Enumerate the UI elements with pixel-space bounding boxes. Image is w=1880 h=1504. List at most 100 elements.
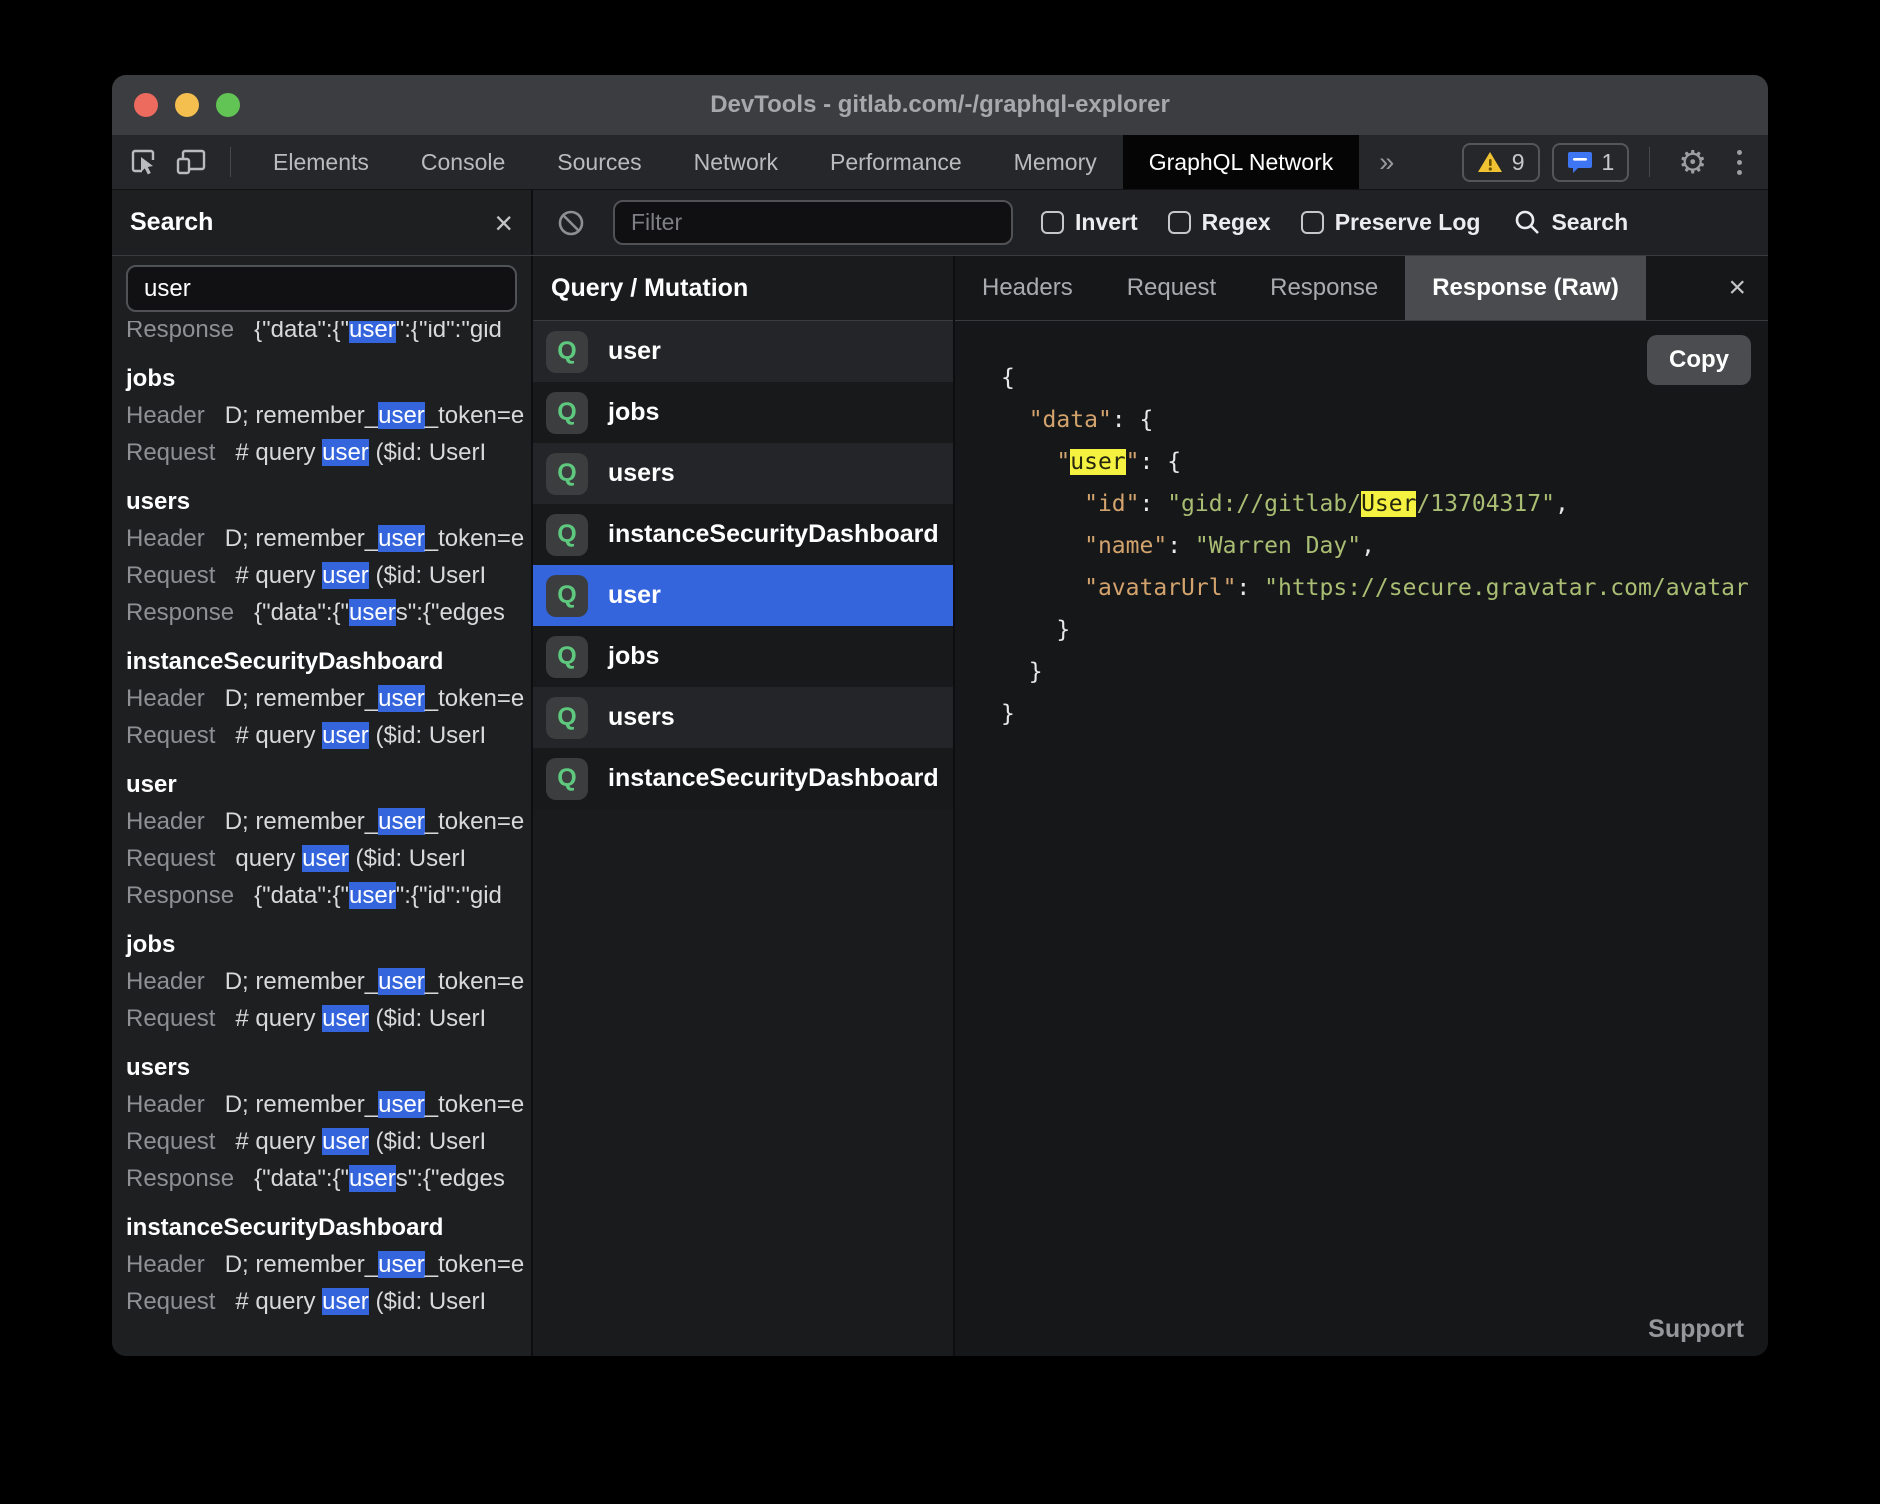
json-token: } bbox=[1001, 617, 1070, 643]
query-list-item-jobs[interactable]: Qjobs bbox=[533, 382, 953, 443]
result-line: Request # query user ($id: UserI bbox=[126, 1283, 531, 1320]
json-line: } bbox=[1001, 651, 1768, 693]
query-list-item-user[interactable]: Quser bbox=[533, 321, 953, 382]
result-text: D; remember_ bbox=[225, 685, 378, 712]
result-section-title: users bbox=[126, 1049, 531, 1086]
search-close-icon[interactable]: × bbox=[494, 207, 513, 239]
query-list-item-users[interactable]: Qusers bbox=[533, 687, 953, 748]
search-match-highlight: user bbox=[302, 845, 349, 872]
checkbox-label: Preserve Log bbox=[1335, 209, 1481, 236]
response-raw-view: Copy { "data": { "user": { "id": "gid://… bbox=[955, 321, 1768, 1356]
copy-button[interactable]: Copy bbox=[1647, 335, 1751, 385]
result-line-label: Response bbox=[126, 599, 234, 626]
query-list-item-user[interactable]: Quser bbox=[533, 565, 953, 626]
query-list-item-instancesecuritydashboard[interactable]: QinstanceSecurityDashboard bbox=[533, 504, 953, 565]
result-text: # query bbox=[235, 1128, 322, 1155]
devtools-toolbar: ElementsConsoleSourcesNetworkPerformance… bbox=[112, 135, 1768, 190]
result-line: Response{"data":{"user":{"id":"gid bbox=[126, 321, 531, 348]
result-line: Request# query user ($id: UserI bbox=[126, 1000, 531, 1037]
json-token bbox=[1001, 575, 1084, 601]
result-text: ($id: UserI bbox=[369, 1288, 486, 1315]
filter-search-toggle[interactable]: Search bbox=[1514, 209, 1628, 236]
result-text: ($id: UserI bbox=[369, 1128, 486, 1155]
result-text: {"data":{" bbox=[254, 321, 349, 343]
query-list-item-users[interactable]: Qusers bbox=[533, 443, 953, 504]
minimize-window-button[interactable] bbox=[175, 93, 199, 117]
json-token: "data" bbox=[1029, 407, 1112, 433]
query-list-item-instancesecuritydashboard[interactable]: QinstanceSecurityDashboard bbox=[533, 748, 953, 809]
tab-sources[interactable]: Sources bbox=[531, 135, 667, 189]
json-token: "name" bbox=[1084, 533, 1167, 559]
query-type-icon: Q bbox=[546, 331, 588, 373]
warnings-badge[interactable]: 9 bbox=[1462, 143, 1540, 182]
query-list-item-jobs[interactable]: Qjobs bbox=[533, 626, 953, 687]
search-match-highlight: user bbox=[322, 1288, 369, 1315]
detail-tab-request[interactable]: Request bbox=[1100, 256, 1243, 320]
result-line: Response{"data":{"users":{"edges bbox=[126, 594, 531, 631]
search-input[interactable] bbox=[126, 265, 517, 312]
result-text: _token=e bbox=[425, 685, 524, 712]
result-text: D; remember_ bbox=[225, 525, 378, 552]
result-line: HeaderD; remember_user_token=e bbox=[126, 963, 531, 1000]
issues-count: 1 bbox=[1602, 149, 1615, 176]
result-line-label: Header bbox=[126, 1091, 205, 1118]
result-text: ":{"id":"gid bbox=[396, 882, 502, 909]
invert-checkbox-icon bbox=[1041, 211, 1064, 234]
json-token bbox=[1001, 449, 1056, 475]
checkbox-invert[interactable]: Invert bbox=[1041, 209, 1138, 236]
close-window-button[interactable] bbox=[134, 93, 158, 117]
support-link[interactable]: Support bbox=[1648, 1315, 1744, 1344]
window-title: DevTools - gitlab.com/-/graphql-explorer bbox=[710, 91, 1170, 119]
checkbox-regex[interactable]: Regex bbox=[1168, 209, 1271, 236]
json-line: "id": "gid://gitlab/User/13704317", bbox=[1001, 483, 1768, 525]
result-text: D; remember_ bbox=[225, 968, 378, 995]
tab-memory[interactable]: Memory bbox=[988, 135, 1123, 189]
checkbox-preserve-log[interactable]: Preserve Log bbox=[1301, 209, 1481, 236]
filter-input[interactable] bbox=[613, 200, 1013, 245]
search-results-list[interactable]: Response{"data":{"user":{"id":"gidjobsHe… bbox=[112, 321, 531, 1356]
query-type-icon: Q bbox=[546, 697, 588, 739]
tab-console[interactable]: Console bbox=[395, 135, 531, 189]
result-line-label: Response bbox=[126, 321, 234, 343]
tab-network[interactable]: Network bbox=[668, 135, 804, 189]
result-line-label: Request bbox=[126, 1288, 215, 1315]
result-text: D; remember_ bbox=[225, 808, 378, 835]
json-token: { bbox=[1001, 365, 1015, 391]
more-panels-chevron-icon[interactable]: » bbox=[1359, 135, 1414, 189]
json-line: } bbox=[1001, 693, 1768, 735]
result-text: # query bbox=[235, 439, 322, 466]
settings-gear-icon[interactable]: ⚙ bbox=[1670, 143, 1715, 181]
result-text: # query bbox=[235, 1288, 322, 1315]
result-line-label: Header bbox=[126, 968, 205, 995]
tab-graphql-network[interactable]: GraphQL Network bbox=[1123, 135, 1360, 189]
device-toolbar-icon[interactable] bbox=[174, 145, 208, 179]
title-bar: DevTools - gitlab.com/-/graphql-explorer bbox=[112, 75, 1768, 135]
tab-performance[interactable]: Performance bbox=[804, 135, 988, 189]
json-token: : { bbox=[1112, 407, 1154, 433]
result-text: _token=e bbox=[425, 402, 524, 429]
detail-close-icon[interactable]: × bbox=[1706, 256, 1768, 320]
result-text: # query bbox=[235, 1005, 322, 1032]
search-match-highlight: user bbox=[378, 685, 425, 712]
result-line: Response{"data":{"users":{"edges bbox=[126, 1160, 531, 1197]
detail-tabstrip: HeadersRequestResponseResponse (Raw) × bbox=[955, 256, 1768, 321]
clear-filter-icon[interactable] bbox=[557, 209, 585, 237]
kebab-menu-icon[interactable] bbox=[1727, 150, 1752, 175]
inspect-element-icon[interactable] bbox=[126, 145, 160, 179]
search-match-highlight: user bbox=[322, 562, 369, 589]
search-match-highlight: user bbox=[349, 599, 396, 626]
tab-elements[interactable]: Elements bbox=[247, 135, 395, 189]
search-match-highlight: user bbox=[378, 808, 425, 835]
query-type-icon: Q bbox=[546, 514, 588, 556]
detail-tab-response[interactable]: Response bbox=[1243, 256, 1405, 320]
zoom-window-button[interactable] bbox=[216, 93, 240, 117]
result-text: # query bbox=[235, 562, 322, 589]
search-match-highlight: user bbox=[322, 1005, 369, 1032]
result-text: {"data":{" bbox=[254, 599, 349, 626]
result-line: HeaderD; remember_user_token=e bbox=[126, 680, 531, 717]
issues-badge[interactable]: 1 bbox=[1552, 143, 1630, 182]
detail-tab-headers[interactable]: Headers bbox=[955, 256, 1100, 320]
json-token bbox=[1001, 491, 1084, 517]
detail-tab-response-raw[interactable]: Response (Raw) bbox=[1405, 256, 1646, 320]
traffic-lights bbox=[134, 93, 240, 117]
